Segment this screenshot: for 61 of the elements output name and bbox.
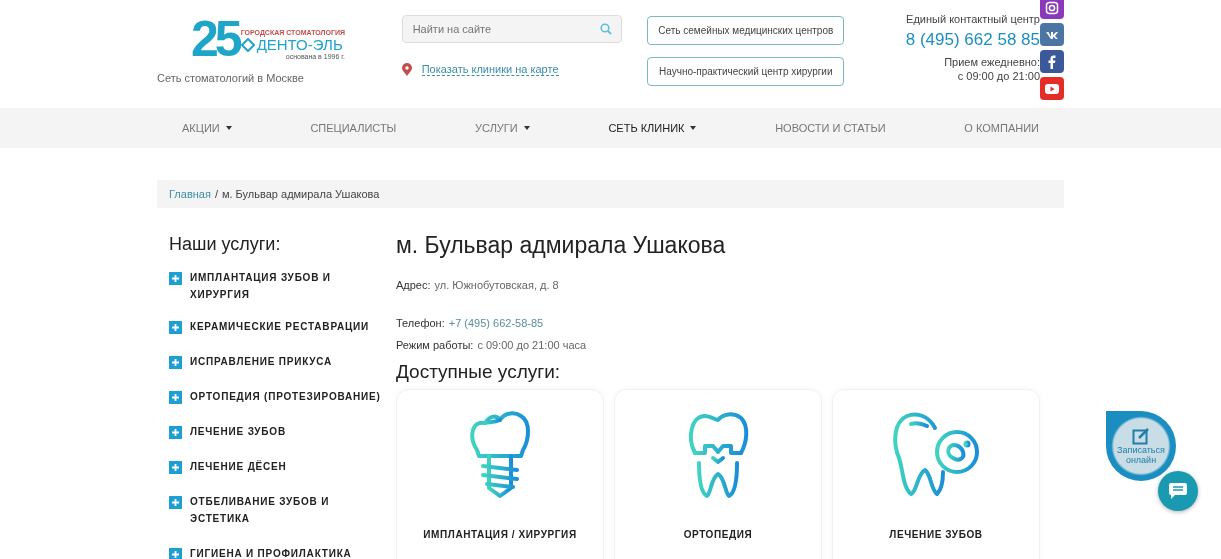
service-menu-item[interactable]: ЛЕЧЕНИЕ ЗУБОВ bbox=[190, 423, 286, 440]
service-menu-item[interactable]: КЕРАМИЧЕСКИЕ РЕСТАВРАЦИИ bbox=[190, 318, 370, 335]
info-value: ул. Южнобутовская, д. 8 bbox=[434, 279, 559, 291]
service-card[interactable]: ИМПЛАНТАЦИЯ / ХИРУРГИЯ bbox=[396, 389, 604, 559]
service-menu-item[interactable]: ОРТОПЕДИЯ (ПРОТЕЗИРОВАНИЕ) bbox=[190, 388, 381, 405]
search-field[interactable]: Найти на сайте bbox=[401, 15, 623, 43]
service-card-title: ОРТОПЕДИЯ bbox=[683, 529, 753, 540]
service-menu-item[interactable]: ИМПЛАНТАЦИЯ ЗУБОВ И ХИРУРГИЯ bbox=[190, 269, 384, 303]
contact-phone[interactable]: 8 (495) 662 58 85 bbox=[905, 30, 1040, 50]
plus-icon[interactable] bbox=[169, 391, 182, 404]
service-menu-item[interactable]: ИСПРАВЛЕНИЕ ПРИКУСА bbox=[190, 353, 333, 370]
center-link-button[interactable]: Сеть семейных медицинских центров bbox=[647, 16, 845, 45]
center-link-button[interactable]: Научно-практический центр хирургии bbox=[647, 57, 845, 86]
hours-label: Прием ежедневно: bbox=[944, 56, 1040, 68]
site-subtitle: Сеть стоматологий в Москве bbox=[157, 72, 305, 84]
info-label: Адрес: bbox=[396, 279, 431, 291]
plus-icon[interactable] bbox=[169, 461, 182, 474]
service-menu-item[interactable]: ЛЕЧЕНИЕ ДЁСЕН bbox=[190, 458, 287, 475]
breadcrumb-current: м. Бульвар адмирала Ушакова bbox=[221, 188, 380, 200]
service-menu-item[interactable]: ОТБЕЛИВАНИЕ ЗУБОВ И ЭСТЕТИКА bbox=[190, 493, 384, 527]
plus-icon[interactable] bbox=[169, 496, 182, 509]
chat-icon bbox=[1168, 482, 1188, 500]
info-value: с 09:00 до 21:00 часа bbox=[477, 339, 587, 351]
vk-icon[interactable] bbox=[1040, 23, 1064, 46]
play-icon[interactable] bbox=[1040, 77, 1064, 100]
service-menu-item[interactable]: ГИГИЕНА И ПРОФИЛАКТИКА bbox=[190, 545, 352, 559]
edit-icon bbox=[1132, 427, 1150, 445]
nav-menu-item[interactable]: СЕТЬ КЛИНИК bbox=[608, 122, 697, 134]
search-icon[interactable] bbox=[600, 23, 613, 35]
service-card[interactable]: ЛЕЧЕНИЕ ЗУБОВ bbox=[832, 389, 1040, 559]
nav-menu-item[interactable]: О КОМПАНИИ bbox=[964, 122, 1039, 134]
services-title: Доступные услуги: bbox=[396, 361, 562, 383]
page-title: м. Бульвар адмирала Ушакова bbox=[396, 232, 727, 259]
breadcrumb-separator: / bbox=[214, 188, 218, 200]
phone-link[interactable]: +7 (495) 662-58-85 bbox=[448, 317, 544, 329]
show-map-link[interactable]: Показать клиники на карте bbox=[421, 63, 559, 76]
plus-icon[interactable] bbox=[169, 356, 182, 369]
plus-icon[interactable] bbox=[169, 548, 182, 559]
info-label: Телефон: bbox=[396, 317, 445, 329]
plus-icon[interactable] bbox=[169, 272, 182, 285]
camera-icon[interactable] bbox=[1040, 0, 1064, 19]
breadcrumb-link[interactable]: Главная bbox=[169, 188, 211, 200]
diamond-icon bbox=[240, 37, 255, 52]
hours-text: с 09:00 до 21:00 bbox=[957, 70, 1040, 82]
service-card-title: ЛЕЧЕНИЕ ЗУБОВ bbox=[889, 529, 983, 540]
map-pin-icon bbox=[401, 63, 412, 76]
sidebar-title: Наши услуги: bbox=[169, 234, 282, 255]
plus-icon[interactable] bbox=[169, 426, 182, 439]
plus-icon[interactable] bbox=[169, 321, 182, 334]
nav-menu-item[interactable]: УСЛУГИ bbox=[475, 122, 530, 134]
nav-menu-item[interactable]: НОВОСТИ И СТАТЬИ bbox=[775, 122, 886, 134]
chat-button[interactable] bbox=[1158, 471, 1198, 511]
nav-menu-item[interactable]: АКЦИИ bbox=[182, 122, 232, 134]
info-label: Режим работы: bbox=[396, 339, 474, 351]
facebook-icon[interactable] bbox=[1040, 50, 1064, 73]
logo-number: 25 bbox=[191, 14, 239, 64]
nav-menu-item[interactable]: СПЕЦИАЛИСТЫ bbox=[310, 122, 397, 134]
service-card-title: ИМПЛАНТАЦИЯ / ХИРУРГИЯ bbox=[423, 529, 577, 540]
contact-label: Единый контактный центр bbox=[906, 13, 1040, 25]
logo-name: ДЕНТО-ЭЛЬ bbox=[256, 36, 343, 53]
service-card[interactable]: ОРТОПЕДИЯ bbox=[614, 389, 822, 559]
